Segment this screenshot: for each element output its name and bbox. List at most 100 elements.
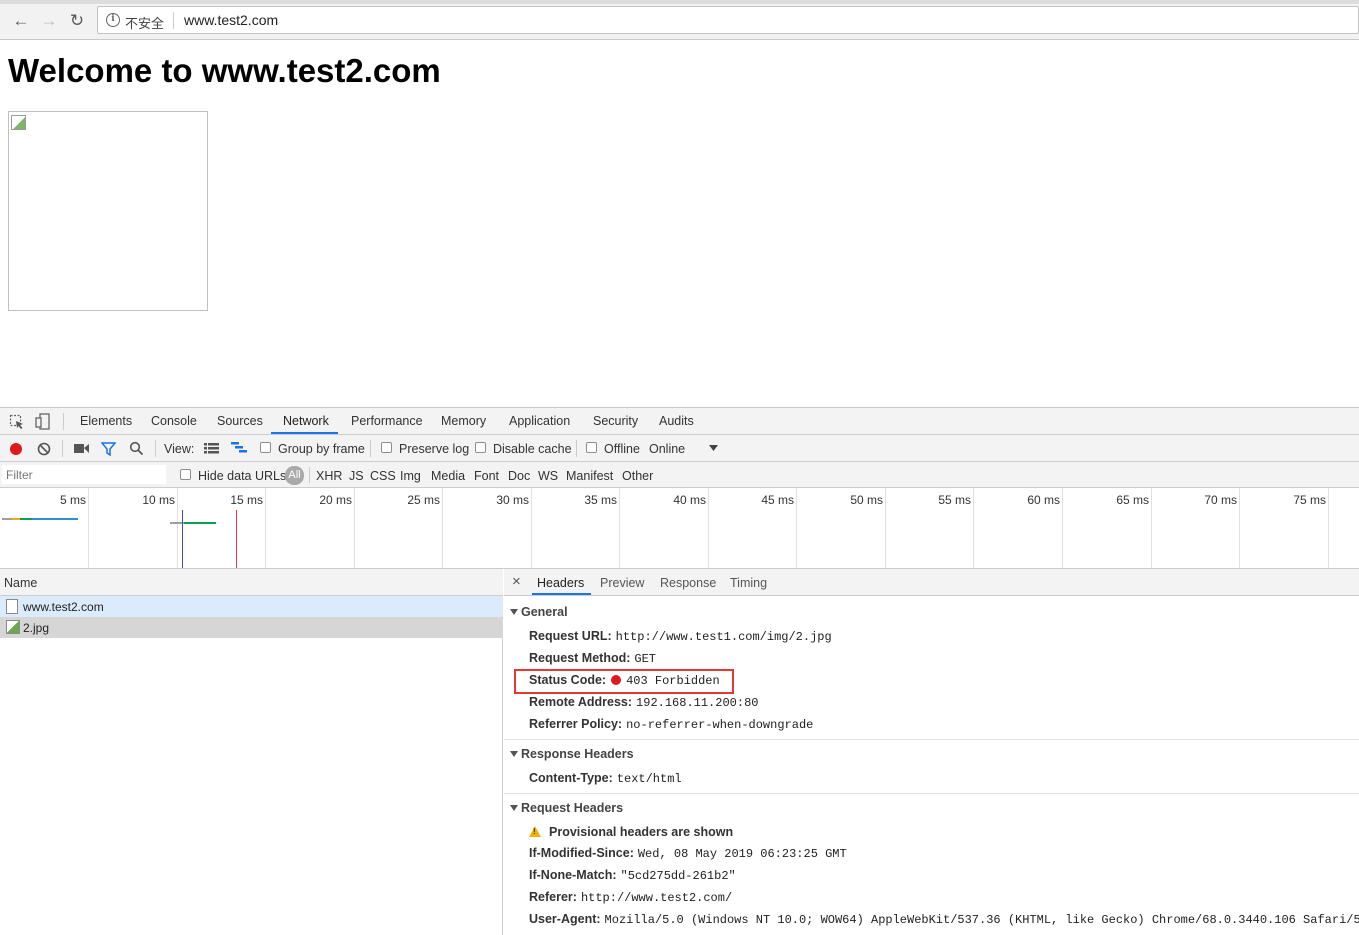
domcontentloaded-marker (182, 510, 183, 568)
section-divider (504, 793, 1359, 794)
request-headers-section-toggle[interactable]: Request Headers (510, 801, 623, 815)
tab-performance[interactable]: Performance (351, 414, 423, 428)
filter-font[interactable]: Font (474, 469, 499, 483)
active-detail-tab-indicator (532, 593, 591, 595)
filter-img[interactable]: Img (400, 469, 421, 483)
timeline-gridline (973, 488, 974, 568)
request-method-row: Request Method: GET (529, 651, 656, 666)
referer-row: Referer: http://www.test2.com/ (529, 890, 732, 905)
tab-application[interactable]: Application (509, 414, 570, 428)
remote-address-row: Remote Address: 192.168.11.200:80 (529, 695, 758, 710)
filter-media[interactable]: Media (431, 469, 465, 483)
screenshot-camera-icon[interactable] (74, 443, 90, 454)
timeline-tick: 40 ms (673, 493, 706, 507)
close-icon[interactable]: × (512, 573, 521, 590)
timeline-gridline (531, 488, 532, 568)
filter-all-button[interactable]: All (285, 466, 304, 485)
request-row[interactable]: 2.jpg (0, 617, 503, 638)
reload-button[interactable]: ↻ (66, 10, 88, 32)
toolbar-divider (155, 440, 156, 457)
disable-cache-checkbox[interactable] (475, 442, 486, 453)
filter-xhr[interactable]: XHR (316, 469, 342, 483)
back-button[interactable]: ← (10, 10, 32, 32)
name-column-header[interactable]: Name (0, 569, 503, 596)
tab-timing[interactable]: Timing (730, 576, 767, 590)
timeline-gridline (442, 488, 443, 568)
disable-cache-label[interactable]: Disable cache (493, 442, 572, 456)
toolbar-divider (62, 440, 63, 457)
request-row[interactable]: www.test2.com (0, 596, 503, 617)
request-list: Name www.test2.com 2.jpg (0, 569, 503, 935)
remote-address-label: Remote Address: (529, 695, 633, 709)
filter-icon[interactable] (101, 442, 116, 456)
general-section-toggle[interactable]: General (510, 605, 568, 619)
timeline-tick: 45 ms (761, 493, 794, 507)
filter-other[interactable]: Other (622, 469, 653, 483)
request-bar-download (32, 518, 78, 520)
tab-elements[interactable]: Elements (80, 414, 132, 428)
referrer-policy-value: no-referrer-when-downgrade (626, 718, 814, 732)
security-label[interactable]: 不安全 (125, 13, 164, 32)
timeline-overview[interactable]: 5 ms 10 ms 15 ms 20 ms 25 ms 30 ms 35 ms… (0, 488, 1359, 569)
timeline-tick: 20 ms (319, 493, 352, 507)
toolbar-divider (576, 440, 577, 457)
timeline-gridline (1239, 488, 1240, 568)
tab-audits[interactable]: Audits (659, 414, 694, 428)
detail-tab-bar: × Headers Preview Response Timing (504, 569, 1359, 596)
info-icon[interactable]: i (106, 13, 120, 27)
clear-icon[interactable] (37, 442, 51, 456)
if-none-match-label: If-None-Match: (529, 868, 617, 882)
tab-headers[interactable]: Headers (537, 576, 584, 590)
tab-security[interactable]: Security (593, 414, 638, 428)
status-highlight-box (514, 669, 734, 694)
preserve-log-label[interactable]: Preserve log (399, 442, 469, 456)
preserve-log-checkbox[interactable] (381, 442, 392, 453)
offline-checkbox[interactable] (586, 442, 597, 453)
hide-data-urls-checkbox[interactable] (180, 469, 191, 480)
forward-button[interactable]: → (38, 10, 60, 32)
request-bar-connect (12, 518, 20, 520)
user-agent-label: User-Agent: (529, 912, 601, 926)
record-icon[interactable] (9, 442, 23, 456)
address-bar[interactable]: i 不安全 www.test2.com (97, 6, 1359, 34)
tab-response[interactable]: Response (660, 576, 716, 590)
address-divider (173, 12, 174, 29)
group-by-frame-checkbox[interactable] (260, 442, 271, 453)
request-detail-pane: × Headers Preview Response Timing Genera… (504, 569, 1359, 935)
filter-doc[interactable]: Doc (508, 469, 530, 483)
filter-ws[interactable]: WS (538, 469, 558, 483)
if-modified-since-label: If-Modified-Since: (529, 846, 634, 860)
large-rows-icon[interactable] (204, 443, 219, 454)
referrer-policy-label: Referrer Policy: (529, 717, 623, 731)
tab-memory[interactable]: Memory (441, 414, 486, 428)
request-bar-waiting (20, 518, 32, 520)
filter-css[interactable]: CSS (370, 469, 396, 483)
response-headers-section-toggle[interactable]: Response Headers (510, 747, 634, 761)
hide-data-urls-label[interactable]: Hide data URLs (198, 469, 286, 483)
url-text[interactable]: www.test2.com (184, 12, 278, 28)
filter-manifest[interactable]: Manifest (566, 469, 613, 483)
tab-sources[interactable]: Sources (217, 414, 263, 428)
inspect-element-icon[interactable] (9, 414, 25, 430)
tab-network[interactable]: Network (283, 414, 329, 428)
offline-label[interactable]: Offline (604, 442, 640, 456)
timeline-gridline (265, 488, 266, 568)
tab-console[interactable]: Console (151, 414, 197, 428)
network-lower-split: Name www.test2.com 2.jpg × Headers Previ… (0, 569, 1359, 935)
tab-strip (0, 0, 1359, 4)
filter-js[interactable]: JS (349, 469, 364, 483)
device-toolbar-icon[interactable] (35, 413, 51, 430)
timeline-tick: 30 ms (496, 493, 529, 507)
filter-divider (309, 467, 310, 483)
throttling-select[interactable]: Online (649, 442, 685, 456)
group-by-frame-label[interactable]: Group by frame (278, 442, 365, 456)
tab-preview[interactable]: Preview (600, 576, 644, 590)
chevron-down-icon[interactable] (709, 445, 718, 452)
search-icon[interactable] (129, 441, 144, 456)
request-url-label: Request URL: (529, 629, 612, 643)
warning-icon (529, 826, 541, 837)
waterfall-overview-icon[interactable] (231, 442, 248, 455)
reload-icon: ↻ (69, 11, 85, 30)
filter-input[interactable] (2, 465, 166, 484)
user-agent-row: User-Agent: Mozilla/5.0 (Windows NT 10.0;… (529, 912, 1359, 927)
